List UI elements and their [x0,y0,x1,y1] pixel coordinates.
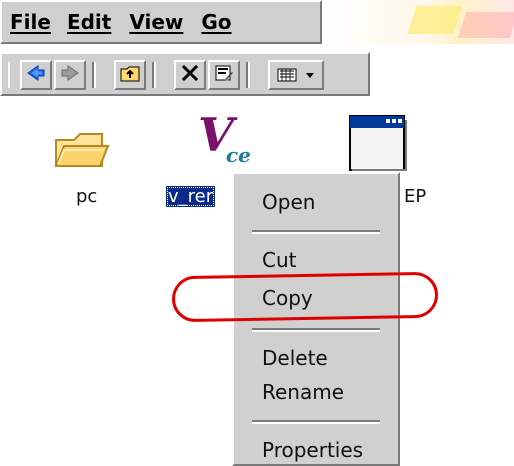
folder-up-icon [119,63,141,87]
delete-button[interactable] [174,60,206,90]
context-menu: Open Cut Copy Delete Rename Properties [232,172,400,466]
menu-go[interactable]: Go [201,10,247,34]
context-separator [252,328,380,330]
decorative-pink-shape [457,12,514,38]
context-separator [252,230,380,232]
toolbar-separator [92,62,94,88]
back-arrow-icon [26,64,46,86]
properties-icon [213,62,235,88]
menu-edit[interactable]: Edit [67,10,129,34]
view-options-icon [276,66,316,84]
forward-arrow-icon [60,64,80,86]
context-cut[interactable]: Cut [262,248,296,272]
folder-icon [46,133,116,186]
context-copy[interactable]: Copy [262,286,313,310]
forward-button[interactable] [54,60,86,90]
top-right-background [322,0,514,44]
properties-button[interactable] [208,60,240,90]
toolbar-separator [152,62,154,88]
desktop-item-pc[interactable] [46,112,116,182]
context-rename[interactable]: Rename [262,380,344,404]
svg-text:ce: ce [226,143,251,167]
toolbar [0,52,370,96]
delete-x-icon [180,63,200,87]
up-folder-button[interactable] [114,60,146,90]
decorative-yellow-shape [407,6,463,34]
desktop-item-label: EP [404,186,427,207]
menu-bar: File Edit View Go [0,0,322,44]
back-button[interactable] [20,60,52,90]
view-options-button[interactable] [268,60,324,90]
context-properties[interactable]: Properties [262,438,363,462]
context-separator [252,420,380,422]
context-open[interactable]: Open [262,190,315,214]
toolbar-separator [246,62,248,88]
menu-view[interactable]: View [129,10,201,34]
desktop-item-app[interactable] [342,108,412,178]
menu-file[interactable]: File [10,10,67,34]
context-delete[interactable]: Delete [262,346,328,370]
desktop-item-label-selected: v_rer [166,186,216,207]
desktop-item-vce[interactable]: V ce [188,106,258,176]
chevron-down-icon [306,73,314,78]
desktop-item-label: pc [76,186,98,207]
